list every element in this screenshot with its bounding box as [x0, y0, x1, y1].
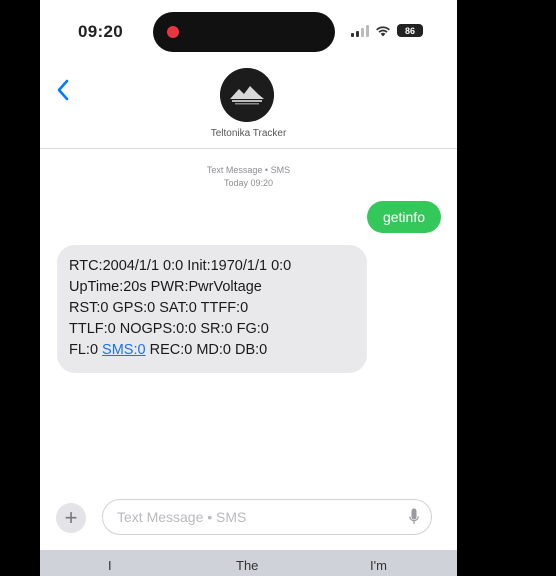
recording-indicator-icon — [167, 26, 179, 38]
outgoing-message-bubble[interactable]: getinfo — [366, 201, 441, 233]
date-label: Today 09:20 — [223, 178, 274, 188]
status-time: 09:20 — [78, 22, 123, 41]
message-line: UpTime:20s PWR:PwrVoltage — [69, 279, 262, 295]
tracker-logo-icon — [220, 68, 274, 122]
suggestion-item[interactable]: The — [236, 558, 258, 573]
add-attachment-button[interactable]: + — [56, 503, 86, 533]
battery-icon: 86 — [397, 24, 423, 37]
status-icons: 86 — [351, 24, 423, 37]
suggestion-item[interactable]: I'm — [370, 558, 387, 573]
message-line: RTC:2004/1/1 0:0 Init:1970/1/1 0:0 — [69, 258, 292, 274]
status-bar: 09:20 86 — [40, 0, 457, 62]
header-divider — [40, 148, 457, 149]
message-line: TTLF:0 NOGPS:0:0 SR:0 FG:0 — [69, 321, 269, 337]
message-text-suffix: REC:0 MD:0 DB:0 — [145, 342, 268, 358]
service-label: Text Message • SMS — [206, 165, 291, 175]
back-chevron-icon[interactable] — [56, 78, 70, 102]
contact-avatar[interactable] — [220, 68, 274, 122]
message-input[interactable] — [102, 499, 432, 535]
message-line: RST:0 GPS:0 SAT:0 TTFF:0 — [69, 300, 249, 316]
incoming-message-bubble[interactable]: RTC:2004/1/1 0:0 Init:1970/1/1 0:0 UpTim… — [57, 245, 367, 373]
dynamic-island — [153, 12, 335, 52]
message-text-prefix: FL:0 — [69, 342, 103, 358]
screen-recording-stage: 09:20 86 Teltonika Tracker Text Message … — [0, 0, 556, 576]
conversation-meta: Text Message • SMS Today 09:20 — [40, 164, 457, 190]
sms-link[interactable]: SMS:0 — [102, 342, 146, 358]
keyboard-suggestion-bar: I The I'm — [40, 550, 457, 576]
microphone-icon[interactable] — [409, 508, 419, 526]
suggestion-item[interactable]: I — [108, 558, 112, 573]
wifi-icon — [376, 25, 390, 36]
contact-name[interactable]: Teltonika Tracker — [40, 128, 457, 139]
message-line-last: FL:0 SMS:0 REC:0 MD:0 DB:0 — [69, 340, 355, 361]
phone-screen: 09:20 86 Teltonika Tracker Text Message … — [40, 0, 457, 576]
cellular-signal-icon — [351, 24, 369, 37]
